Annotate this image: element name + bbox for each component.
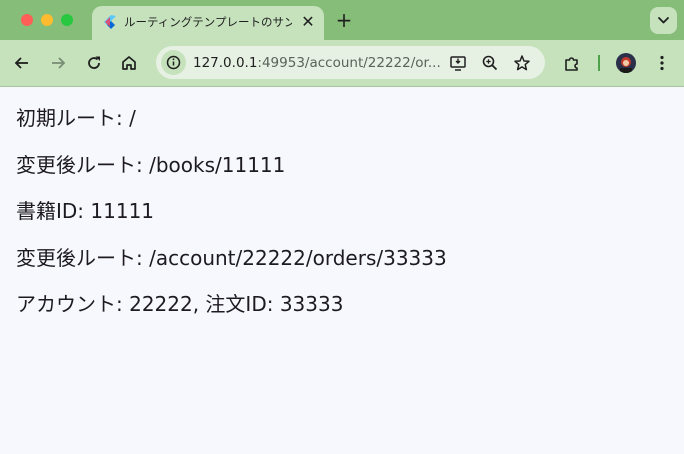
forward-arrow-icon[interactable] (48, 53, 68, 73)
window-minimize-button[interactable] (41, 14, 53, 26)
browser-toolbar: 127.0.0.1:49953/account/22222/or... (0, 40, 684, 87)
plus-icon[interactable]: + (333, 9, 355, 31)
tab-search-button[interactable] (650, 7, 677, 34)
tab-title: ルーティングテンプレートのサンプル (124, 15, 292, 29)
changed-route-account-text: 変更後ルート: /account/22222/orders/33333 (16, 246, 447, 270)
reload-icon[interactable] (84, 53, 104, 73)
star-icon[interactable] (512, 53, 532, 73)
install-app-icon[interactable] (448, 53, 468, 73)
back-arrow-icon[interactable] (12, 53, 32, 73)
flutter-icon (102, 14, 118, 30)
account-order-text: アカウント: 22222, 注文ID: 33333 (16, 292, 344, 316)
home-icon[interactable] (119, 53, 139, 73)
toolbar-divider (598, 55, 600, 71)
page-content: 初期ルート: / 変更後ルート: /books/11111 書籍ID: 1111… (0, 87, 684, 454)
url-text[interactable]: 127.0.0.1:49953/account/22222/or... (193, 53, 441, 73)
address-bar[interactable]: 127.0.0.1:49953/account/22222/or... (156, 46, 545, 79)
avatar[interactable] (616, 53, 636, 73)
initial-route-text: 初期ルート: / (16, 106, 136, 130)
active-tab[interactable]: ルーティングテンプレートのサンプル ✕ (92, 6, 324, 40)
extensions-icon[interactable] (562, 53, 582, 73)
changed-route-books-text: 変更後ルート: /books/11111 (16, 153, 286, 177)
window-maximize-button[interactable] (61, 14, 73, 26)
tab-strip: ルーティングテンプレートのサンプル ✕ + (0, 0, 684, 40)
more-vert-icon[interactable] (652, 53, 672, 73)
url-path: :49953/account/22222/or... (257, 55, 441, 71)
chevron-down-icon (658, 17, 669, 24)
site-info-icon[interactable] (161, 50, 186, 75)
close-icon[interactable]: ✕ (299, 13, 317, 31)
window-close-button[interactable] (21, 14, 33, 26)
browser-window: ルーティングテンプレートのサンプル ✕ + (0, 0, 684, 454)
book-id-text: 書籍ID: 11111 (16, 199, 155, 223)
url-host: 127.0.0.1 (193, 55, 258, 71)
zoom-icon[interactable] (480, 53, 500, 73)
